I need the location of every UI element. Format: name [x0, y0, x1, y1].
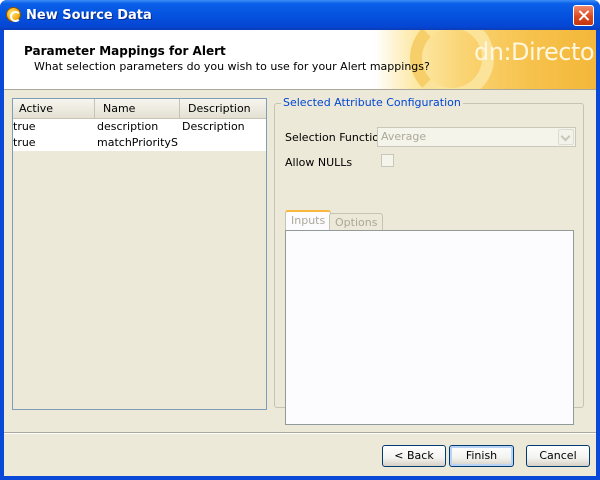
selection-function-value: Average: [381, 130, 427, 143]
selection-function-label: Selection Function: [285, 131, 386, 144]
cell-description: [182, 135, 266, 151]
group-legend: Selected Attribute Configuration: [281, 96, 463, 109]
app-icon: [6, 7, 21, 22]
dialog-window: New Source Data dn:Director Parameter Ma…: [0, 0, 600, 480]
attribute-config-group: Selected Attribute Configuration Selecti…: [274, 96, 584, 425]
window-border: [0, 476, 600, 480]
back-button[interactable]: < Back: [382, 445, 446, 467]
finish-button[interactable]: Finish: [449, 445, 514, 467]
chevron-down-icon[interactable]: [558, 129, 574, 145]
cell-name: description: [97, 120, 159, 133]
cancel-button[interactable]: Cancel: [526, 445, 590, 467]
logo-text: dn:Director: [474, 38, 596, 66]
cell-description: Description: [182, 120, 245, 133]
title-bar[interactable]: New Source Data: [0, 0, 600, 30]
close-icon[interactable]: [573, 5, 594, 26]
page-title: Parameter Mappings for Alert: [24, 44, 226, 58]
allow-nulls-checkbox[interactable]: [381, 154, 394, 167]
cell-active: true: [13, 136, 36, 149]
tab-content-pane: [285, 230, 574, 425]
button-separator: [4, 432, 596, 434]
table-row[interactable]: true matchPriorityS...: [13, 135, 266, 151]
allow-nulls-label: Allow NULLs: [285, 156, 353, 169]
mappings-table: Active Name Description true description…: [12, 98, 267, 410]
dialog-body: dn:Director Parameter Mappings for Alert…: [4, 30, 596, 476]
cell-active: true: [13, 120, 36, 133]
tab-options[interactable]: Options: [329, 213, 384, 231]
cell-name: matchPriorityS...: [97, 136, 179, 149]
selection-function-select[interactable]: Average: [377, 127, 576, 147]
page-subtitle: What selection parameters do you wish to…: [34, 60, 430, 73]
column-header-name[interactable]: Name: [95, 99, 180, 119]
table-header: Active Name Description: [13, 99, 266, 119]
column-header-description[interactable]: Description: [180, 99, 266, 119]
wizard-header: dn:Director Parameter Mappings for Alert…: [4, 30, 596, 90]
tab-inputs[interactable]: Inputs: [285, 210, 332, 231]
table-row[interactable]: true description Description: [13, 119, 266, 135]
window-title: New Source Data: [26, 8, 152, 23]
column-header-active[interactable]: Active: [13, 99, 95, 119]
